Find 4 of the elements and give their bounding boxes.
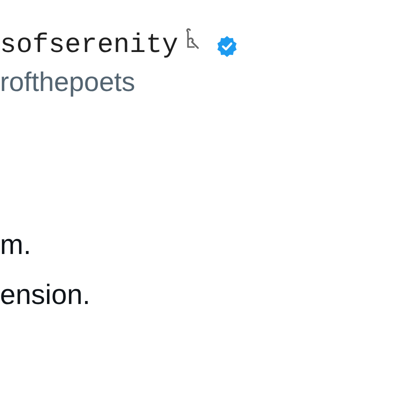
user-handle[interactable]: rofthepoets	[0, 64, 400, 100]
display-name[interactable]: sofserenity	[0, 28, 178, 64]
tweet-text: ension.	[0, 278, 92, 312]
tweet-text: m.	[0, 228, 32, 262]
